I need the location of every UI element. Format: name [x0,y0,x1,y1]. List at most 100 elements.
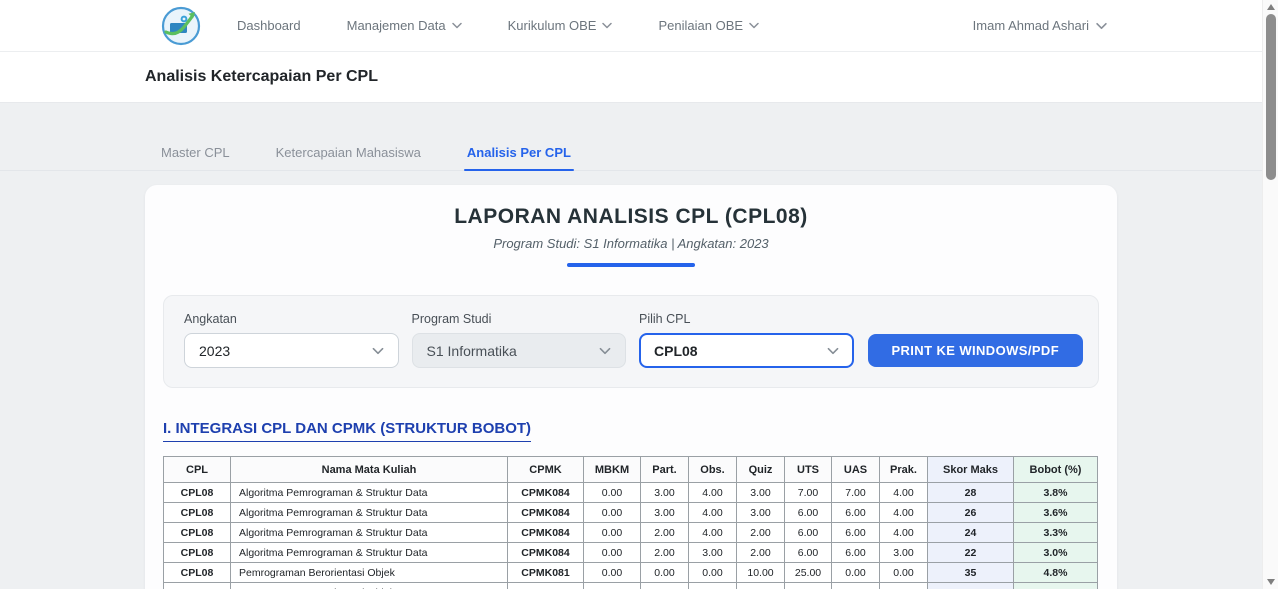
table-cell: 2.00 [737,523,785,543]
nav-item-dashboard[interactable]: Dashboard [237,18,301,33]
pilih-cpl-label: Pilih CPL [639,312,854,326]
table-cell: 10.00 [737,563,785,583]
nav-item-kurikulum-obe[interactable]: Kurikulum OBE [508,18,613,33]
table-cell: 0.00 [737,583,785,589]
table-cell: Algoritma Pemrograman & Struktur Data [231,523,508,543]
table-cell: 3.00 [641,483,689,503]
table-cell: CPL08 [164,483,231,503]
column-header-nama-mata-kuliah: Nama Mata Kuliah [231,457,508,483]
table-cell: 4.00 [689,483,737,503]
nav-item-penilaian-obe[interactable]: Penilaian OBE [658,18,759,33]
program-studi-value: S1 Informatika [427,343,517,359]
table-cell: 0.00 [584,563,641,583]
table-cell: 36 [928,583,1014,589]
nav-item-label: Manajemen Data [347,18,446,33]
table-cell: CPMK081 [508,563,584,583]
table-cell: 0.00 [832,563,880,583]
tab-bar: Master CPL Ketercapaian Mahasiswa Analisis… [0,103,1262,171]
column-header-quiz: Quiz [737,457,785,483]
column-header-cpl: CPL [164,457,231,483]
table-cell: Algoritma Pemrograman & Struktur Data [231,503,508,523]
report-subtitle: Program Studi: S1 Informatika | Angkatan… [145,236,1117,251]
section-title: I. INTEGRASI CPL DAN CPMK (STRUKTUR BOBO… [163,420,1099,442]
table-cell: 0.00 [584,543,641,563]
table-cell: 4.00 [880,523,928,543]
tab-list: Master CPL Ketercapaian Mahasiswa Analisis… [158,145,1262,170]
table-cell: 0.00 [584,583,641,589]
table-cell: 0.00 [880,563,928,583]
page-header: Analisis Ketercapaian Per CPL [0,52,1262,103]
table-cell: 5.00 [641,583,689,589]
tab-analisis-per-cpl[interactable]: Analisis Per CPL [464,145,574,170]
tab-ketercapaian-mahasiswa[interactable]: Ketercapaian Mahasiswa [273,145,424,170]
table-cell: 3.0% [1014,543,1098,563]
table-cell: CPMK084 [508,543,584,563]
chevron-down-icon [602,22,612,29]
table-header-row: CPLNama Mata KuliahCPMKMBKMPart.Obs.Quiz… [164,457,1098,483]
table-cell: 2.00 [641,543,689,563]
column-header-uas: UAS [832,457,880,483]
app-logo[interactable] [161,6,201,46]
column-header-mbkm: MBKM [584,457,641,483]
table-cell: Algoritma Pemrograman & Struktur Data [231,483,508,503]
table-cell: 6.00 [832,523,880,543]
table-cell: CPMK084 [508,483,584,503]
print-pdf-button[interactable]: PRINT KE WINDOWS/PDF [868,334,1084,367]
column-header-skor-maks: Skor Maks [928,457,1014,483]
table-body: CPL08Algoritma Pemrograman & Struktur Da… [164,483,1098,589]
nav-menu: Dashboard Manajemen Data Kurikulum OBE Peni… [237,18,759,33]
table-cell: 26 [928,503,1014,523]
table-cell: 28 [928,483,1014,503]
angkatan-select[interactable]: 2023 [184,333,399,368]
title-divider [567,263,695,267]
table-cell: 0.00 [584,523,641,543]
table-cell: 25.00 [785,563,832,583]
table-cell: 6.00 [785,523,832,543]
table-cell: 0.00 [689,563,737,583]
user-menu[interactable]: Imam Ahmad Ashari [973,18,1107,33]
app-logo-icon [161,6,201,46]
table-row: CPL08Algoritma Pemrograman & Struktur Da… [164,543,1098,563]
nav-item-label: Penilaian OBE [658,18,743,33]
table-cell: 2.00 [641,523,689,543]
table-cell: 2.00 [737,543,785,563]
angkatan-value: 2023 [199,343,230,359]
table-cell: 0.00 [641,563,689,583]
table-cell: 4.00 [689,503,737,523]
page-title: Analisis Ketercapaian Per CPL [145,68,378,86]
table-cell: 3.6% [1014,503,1098,523]
column-header-prak: Prak. [880,457,928,483]
table-cell: 4.8% [1014,563,1098,583]
table-cell: 3.3% [1014,523,1098,543]
table-cell: 0.00 [584,483,641,503]
pilih-cpl-value: CPL08 [654,343,698,359]
scroll-down-icon[interactable] [1263,576,1278,588]
table-cell: 4.00 [880,503,928,523]
column-header-uts: UTS [785,457,832,483]
table-cell: 6.00 [785,503,832,523]
table-cell: Pemrograman Berorientasi Objek [231,563,508,583]
scroll-up-icon[interactable] [1263,1,1278,13]
program-studi-label: Program Studi [412,312,627,326]
nav-item-manajemen-data[interactable]: Manajemen Data [347,18,462,33]
column-header-bobot: Bobot (%) [1014,457,1098,483]
table-cell: 3.00 [737,503,785,523]
top-navbar: Dashboard Manajemen Data Kurikulum OBE Peni… [0,0,1262,52]
table-cell: 15.00 [832,583,880,589]
column-header-part: Part. [641,457,689,483]
table-cell: CPMK084 [508,503,584,523]
table-cell: 0.00 [584,503,641,523]
vertical-scrollbar[interactable] [1262,0,1278,589]
report-card: LAPORAN ANALISIS CPL (CPL08) Program Stu… [145,185,1117,589]
nav-item-label: Kurikulum OBE [508,18,597,33]
scrollbar-thumb[interactable] [1266,14,1276,180]
table-cell: CPL08 [164,583,231,589]
pilih-cpl-select[interactable]: CPL08 [639,333,854,368]
user-name: Imam Ahmad Ashari [973,18,1089,33]
table-row: CPL08Algoritma Pemrograman & Struktur Da… [164,503,1098,523]
table-cell: 3.8% [1014,483,1098,503]
chevron-down-icon [1096,22,1107,30]
tab-master-cpl[interactable]: Master CPL [158,145,233,170]
table-row: CPL08Pemrograman Berorientasi ObjekCPMK0… [164,563,1098,583]
table-cell: 8.00 [880,583,928,589]
